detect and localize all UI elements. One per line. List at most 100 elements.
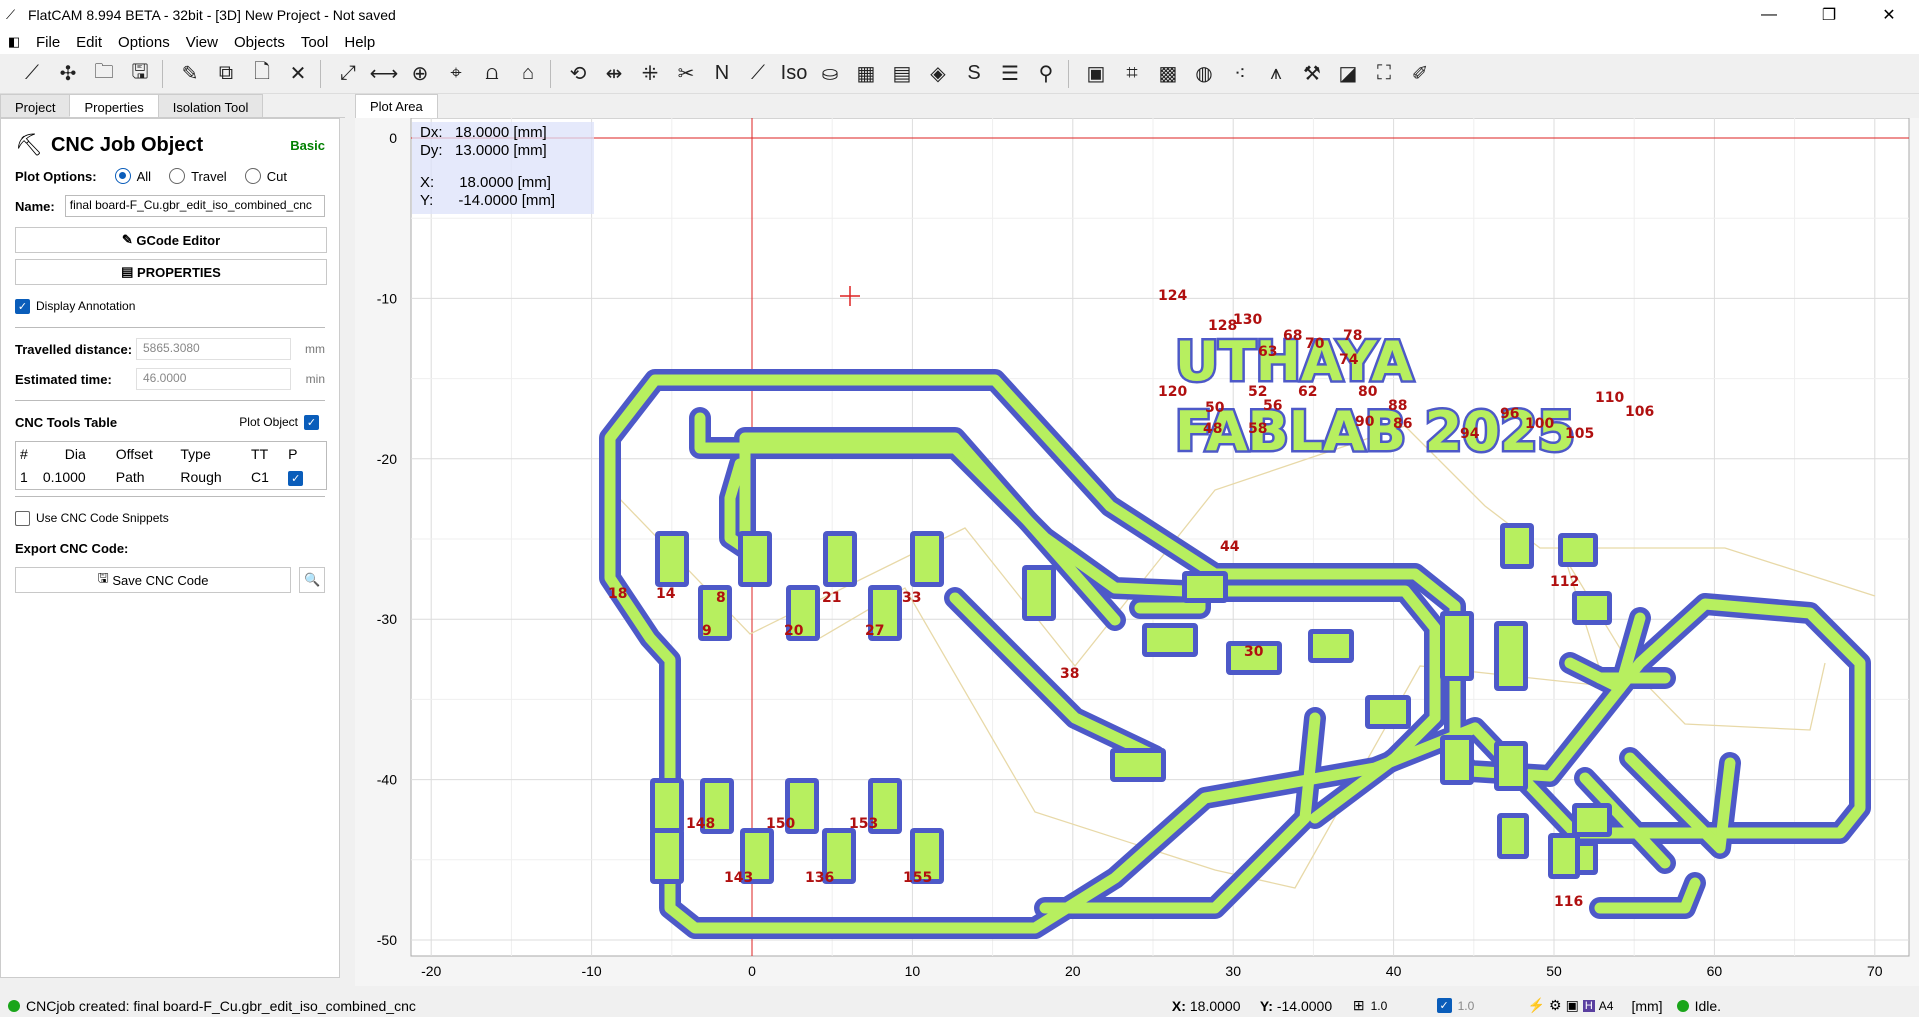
align-icon[interactable]: ⁜ (632, 57, 668, 91)
table-header: TT (251, 445, 269, 462)
edit-pencil-icon[interactable]: ✎ (172, 57, 208, 91)
drill-icon[interactable]: ⛀ (812, 57, 848, 91)
calculator-icon[interactable]: ▣ (1078, 57, 1114, 91)
gcode-annotation: 70 (1305, 336, 1325, 352)
new-document-icon[interactable]: 🗋 (244, 57, 280, 91)
rules-check-icon[interactable]: ☰ (992, 57, 1028, 91)
menu-file[interactable]: File (28, 34, 68, 51)
isolation-icon[interactable]: Iso (776, 57, 812, 91)
delete-icon[interactable]: ✕ (280, 57, 316, 91)
locate-icon[interactable]: ⌂ (510, 57, 546, 91)
grid-y-value[interactable]: 1.0 (1458, 999, 1518, 1013)
estimated-time-value: 46.0000 (136, 368, 291, 390)
pad (660, 536, 684, 582)
paint-icon[interactable]: ⟋ (740, 57, 776, 91)
close-window-button[interactable]: ✕ (1859, 0, 1919, 30)
invert-icon[interactable]: ◪ (1330, 57, 1366, 91)
status-y-label: Y: (1259, 997, 1273, 1014)
calibration-icon[interactable]: ⩚ (1258, 57, 1294, 91)
gcode-annotation: 78 (1343, 328, 1362, 344)
menu-tool[interactable]: Tool (293, 34, 337, 51)
gcode-annotation: 148 (686, 816, 715, 832)
tab-properties[interactable]: Properties (69, 94, 159, 117)
sub-icon[interactable]: S (956, 57, 992, 91)
hud-icon[interactable]: H (1582, 999, 1595, 1012)
properties-button[interactable]: ▤ PROPERTIES (15, 259, 327, 285)
open-folder-icon[interactable]: 🗀 (86, 57, 122, 91)
minimize-button[interactable]: — (1739, 0, 1799, 30)
copy-icon[interactable]: ⧉ (208, 57, 244, 91)
qrcode-icon[interactable]: ▩ (1150, 57, 1186, 91)
tab-plot-area[interactable]: Plot Area (355, 94, 438, 118)
settings-gear-icon[interactable]: ⚙ (1549, 997, 1562, 1014)
punch-icon[interactable]: ⚒ (1294, 57, 1330, 91)
menu-edit[interactable]: Edit (68, 34, 110, 51)
tool-plot-checkbox[interactable]: ✓ (288, 470, 304, 486)
grid-lock-checkbox[interactable]: ✓ (1436, 998, 1452, 1013)
travelled-distance-unit: mm (305, 342, 325, 356)
main-toolbar: ⟋ ✣ 🗀 🖫 ✎ ⧉ 🗋 ✕ ⤢ ⟷ ⊕ ⌖ ⩍ ⌂ ⟲ ⇹ ⁜ ✂ N ⟋ … (0, 54, 1919, 94)
menu-options[interactable]: Options (110, 34, 178, 51)
solder-paste-icon[interactable]: ◈ (920, 57, 956, 91)
replot-icon[interactable]: ⟲ (560, 57, 596, 91)
menu-help[interactable]: Help (336, 34, 383, 51)
table-cell: 1 (20, 469, 28, 486)
optimal-icon[interactable]: ⚲ (1028, 57, 1064, 91)
flip-icon[interactable]: ⇹ (596, 57, 632, 91)
grid-x-value[interactable]: 1.0 (1371, 999, 1431, 1013)
use-snippets-checkbox[interactable] (15, 510, 30, 526)
gcode-editor-button[interactable]: ✎ GCode Editor (15, 227, 327, 253)
jump-icon[interactable]: ⩍ (474, 57, 510, 91)
save-cnc-code-button[interactable]: 🖫 Save CNC Code (15, 567, 292, 593)
plot-cut-radio[interactable]: Cut (244, 168, 287, 184)
zoom-fit-icon[interactable]: ⤢ (330, 57, 366, 91)
tab-project[interactable]: Project (0, 94, 71, 117)
menu-view[interactable]: View (178, 34, 226, 51)
pad (1577, 596, 1607, 620)
menu-bar: ◧ File Edit Options View Objects Tool He… (0, 30, 1919, 54)
plot-object-checkbox[interactable]: ✓ (304, 414, 319, 430)
save-icon[interactable]: 🖫 (122, 57, 158, 91)
pencil-icon: ✎ (121, 232, 137, 247)
x-tick-label: 70 (1867, 963, 1883, 979)
table-row[interactable]: 1 0.1000 Path Rough C1 ✓ (16, 466, 327, 490)
cut-icon[interactable]: ✂ (668, 57, 704, 91)
tab-isolation-tool[interactable]: Isolation Tool (157, 94, 264, 117)
fiducials-icon[interactable]: ⁖ (1222, 57, 1258, 91)
search-icon[interactable]: 🔍 (299, 567, 325, 593)
plot-travel-radio[interactable]: Travel (169, 168, 227, 184)
extract-icon[interactable]: ⛶ (1366, 57, 1402, 91)
copper-fill-icon[interactable]: ◍ (1186, 57, 1222, 91)
ncc-icon[interactable]: N (704, 57, 740, 91)
pad (1187, 576, 1223, 598)
x-tick-label: 20 (1065, 963, 1081, 979)
menu-objects[interactable]: Objects (226, 34, 293, 51)
film-icon[interactable]: ▤ (884, 57, 920, 91)
display-annotation-checkbox[interactable]: ✓ (15, 298, 30, 314)
app-level-badge[interactable]: Basic (290, 138, 325, 153)
units-label[interactable]: [mm] (1631, 998, 1662, 1014)
plot-area[interactable]: -20 -10 0 10 20 30 40 50 60 70 0 -10 -20 -30 -40 -50 UT… (355, 117, 1919, 986)
gcode-annotation: 44 (1220, 539, 1240, 555)
y-tick-label: -10 (377, 290, 397, 306)
plot-canvas[interactable]: -20 -10 0 10 20 30 40 50 60 700-10-20-30-40-50 UT… (355, 117, 1919, 986)
new-project-icon[interactable]: ⟋ (14, 57, 50, 91)
plot-all-radio[interactable]: All (114, 168, 151, 184)
maximize-button[interactable]: ❐ (1799, 0, 1859, 30)
distance-icon[interactable]: ⟷ (366, 57, 402, 91)
origin-icon[interactable]: ⊕ (402, 57, 438, 91)
terminal-icon[interactable]: ▣ (1566, 997, 1579, 1014)
target-icon[interactable]: ⌖ (438, 57, 474, 91)
crop-icon[interactable]: ⌗ (1114, 57, 1150, 91)
gcode-annotation: 20 (784, 623, 804, 639)
markers-icon[interactable]: ✐ (1402, 57, 1438, 91)
name-field[interactable]: final board-F_Cu.gbr_edit_iso_combined_c… (64, 195, 325, 217)
grid-snap-icon[interactable]: ⊞ (1353, 997, 1365, 1014)
pad (1147, 628, 1193, 652)
status-x-value: 18.0000 (1189, 997, 1241, 1014)
edit-grid-icon[interactable]: ⚡ (1528, 997, 1545, 1014)
dock-toggle-icon[interactable]: ◧ (0, 34, 28, 50)
panelize-icon[interactable]: ▦ (848, 57, 884, 91)
sheet-size[interactable]: A4 (1599, 999, 1614, 1013)
new-object-icon[interactable]: ✣ (50, 57, 86, 91)
